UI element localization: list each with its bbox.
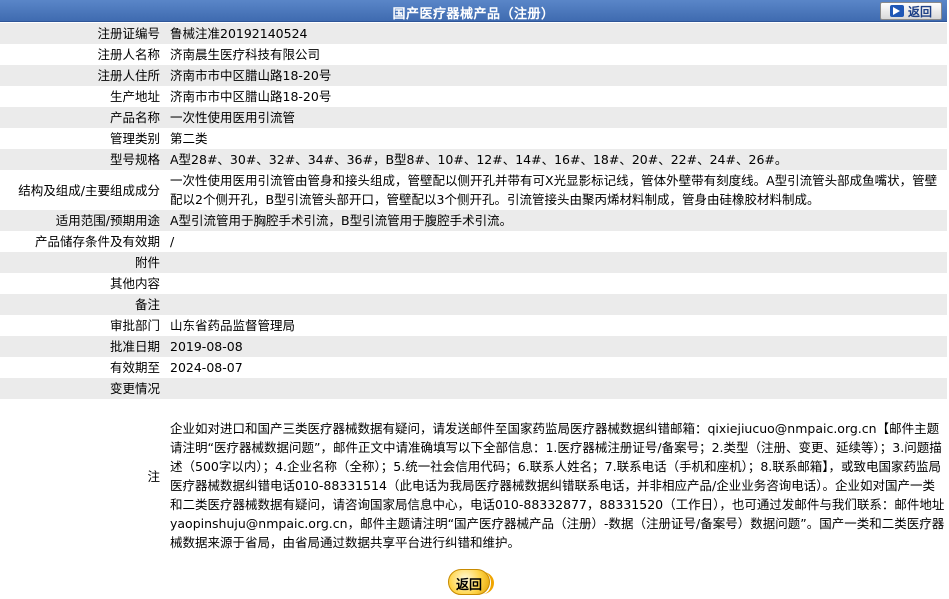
field-label: 适用范围/预期用途 — [0, 210, 164, 231]
field-value — [164, 294, 947, 315]
field-value: 济南市市中区腊山路18-20号 — [164, 86, 947, 107]
table-row: 产品储存条件及有效期 / — [0, 231, 947, 252]
table-row: 管理类别 第二类 — [0, 128, 947, 149]
field-value: 2019-08-08 — [164, 336, 947, 357]
field-label: 有效期至 — [0, 357, 164, 378]
field-value: 鲁械注准20192140524 — [164, 23, 947, 44]
field-value: / — [164, 231, 947, 252]
table-row: 适用范围/预期用途 A型引流管用于胸腔手术引流，B型引流管用于腹腔手术引流。 — [0, 210, 947, 231]
table-row: 注册人住所 济南市市中区腊山路18-20号 — [0, 65, 947, 86]
table-row: 有效期至 2024-08-07 — [0, 357, 947, 378]
field-label: 批准日期 — [0, 336, 164, 357]
note-row: 注企业如对进口和国产三类医疗器械数据有疑问，请发送邮件至国家药监局医疗器械数据纠… — [0, 399, 947, 553]
field-label: 附件 — [0, 252, 164, 273]
field-value: 一次性使用医用引流管 — [164, 107, 947, 128]
title-bar: 国产医疗器械产品（注册） 返回 — [0, 0, 947, 22]
field-value — [164, 273, 947, 294]
field-value: 一次性使用医用引流管由管身和接头组成，管壁配以侧开孔并带有可X光显影标记线，管体… — [164, 170, 947, 210]
field-value: 济南市市中区腊山路18-20号 — [164, 65, 947, 86]
field-label: 注册人名称 — [0, 44, 164, 65]
field-value: A型引流管用于胸腔手术引流，B型引流管用于腹腔手术引流。 — [164, 210, 947, 231]
field-label: 管理类别 — [0, 128, 164, 149]
table-row: 结构及组成/主要组成成分 一次性使用医用引流管由管身和接头组成，管壁配以侧开孔并带… — [0, 170, 947, 210]
table-row: 其他内容 — [0, 273, 947, 294]
back-button-bottom-label: 返回 — [455, 578, 482, 593]
table-row: 变更情况 — [0, 378, 947, 399]
field-label: 产品名称 — [0, 107, 164, 128]
field-label: 生产地址 — [0, 86, 164, 107]
field-value: A型28#、30#、32#、34#、36#，B型8#、10#、12#、14#、1… — [164, 149, 947, 170]
table-row: 审批部门 山东省药品监督管理局 — [0, 315, 947, 336]
field-value: 2024-08-07 — [164, 357, 947, 378]
field-label: 审批部门 — [0, 315, 164, 336]
note-label: 注 — [0, 399, 164, 553]
detail-table: 注册证编号 鲁械注准20192140524 注册人名称 济南晨生医疗科技有限公司 注册人… — [0, 23, 947, 553]
table-row: 批准日期 2019-08-08 — [0, 336, 947, 357]
table-row: 备注 — [0, 294, 947, 315]
field-label: 备注 — [0, 294, 164, 315]
field-value: 山东省药品监督管理局 — [164, 315, 947, 336]
field-label: 其他内容 — [0, 273, 164, 294]
field-label: 结构及组成/主要组成成分 — [0, 170, 164, 210]
field-label: 注册证编号 — [0, 23, 164, 44]
back-button-top[interactable]: 返回 — [880, 2, 942, 20]
field-value: 济南晨生医疗科技有限公司 — [164, 44, 947, 65]
note-text: 企业如对进口和国产三类医疗器械数据有疑问，请发送邮件至国家药监局医疗器械数据纠错… — [164, 399, 947, 553]
table-row: 产品名称 一次性使用医用引流管 — [0, 107, 947, 128]
arrow-right-icon — [889, 5, 904, 17]
field-label: 注册人住所 — [0, 65, 164, 86]
back-button-top-label: 返回 — [907, 4, 932, 19]
field-label: 型号规格 — [0, 149, 164, 170]
field-label: 产品储存条件及有效期 — [0, 231, 164, 252]
field-value — [164, 378, 947, 399]
table-row: 注册证编号 鲁械注准20192140524 — [0, 23, 947, 44]
table-row: 附件 — [0, 252, 947, 273]
table-row: 注册人名称 济南晨生医疗科技有限公司 — [0, 44, 947, 65]
back-button-bottom[interactable]: 返回 — [446, 568, 496, 598]
page-title: 国产医疗器械产品（注册） — [392, 7, 555, 22]
table-row: 型号规格 A型28#、30#、32#、34#、36#，B型8#、10#、12#、1… — [0, 149, 947, 170]
field-value — [164, 252, 947, 273]
field-value: 第二类 — [164, 128, 947, 149]
table-row: 生产地址 济南市市中区腊山路18-20号 — [0, 86, 947, 107]
field-label: 变更情况 — [0, 378, 164, 399]
